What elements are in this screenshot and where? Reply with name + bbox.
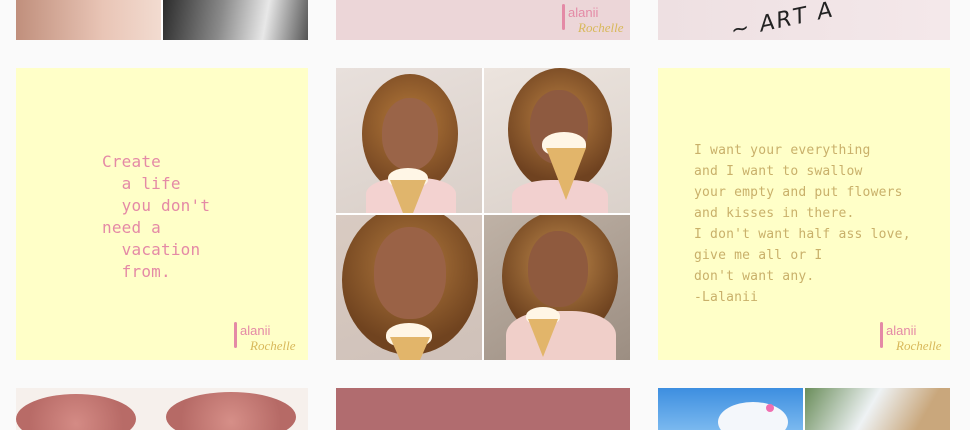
collage-photo-4 [484,215,630,360]
quote-text: I want your everything and I want to swa… [694,143,911,305]
post-photo-collage-top-left[interactable] [16,0,308,40]
post-blush-graphic[interactable]: alanii Rochelle [336,0,630,40]
post-photo-collage-ice-cream[interactable] [336,68,630,360]
watermark-logo: alanii Rochelle [880,320,950,360]
watermark-line2: Rochelle [250,338,296,353]
quote-text: Create a life you don't need a vacation … [102,152,211,281]
watermark-logo: alanii Rochelle [234,320,308,360]
collage-photo-1 [336,68,482,213]
watermark-line2: Rochelle [578,20,624,35]
collage-photo-2 [484,68,630,213]
watermark-line1: alanii [886,323,917,338]
post-photo-pink-hair[interactable] [16,388,308,430]
post-quote-create-a-life[interactable]: Create a life you don't need a vacation … [16,68,308,360]
watermark-line1: alanii [568,5,599,20]
collage-photo-3 [336,215,482,360]
watermark-logo: alanii Rochelle [562,2,630,40]
watermark-line2: Rochelle [896,338,942,353]
post-mauve-graphic[interactable] [336,388,630,430]
watermark-line1: alanii [240,323,271,338]
post-art-graffiti[interactable]: ~ ART A [658,0,950,40]
post-quote-i-want-your-everything[interactable]: I want your everything and I want to swa… [658,68,950,360]
post-photo-collage-outdoor[interactable] [658,388,950,430]
graffiti-text: ~ ART A [728,0,837,40]
